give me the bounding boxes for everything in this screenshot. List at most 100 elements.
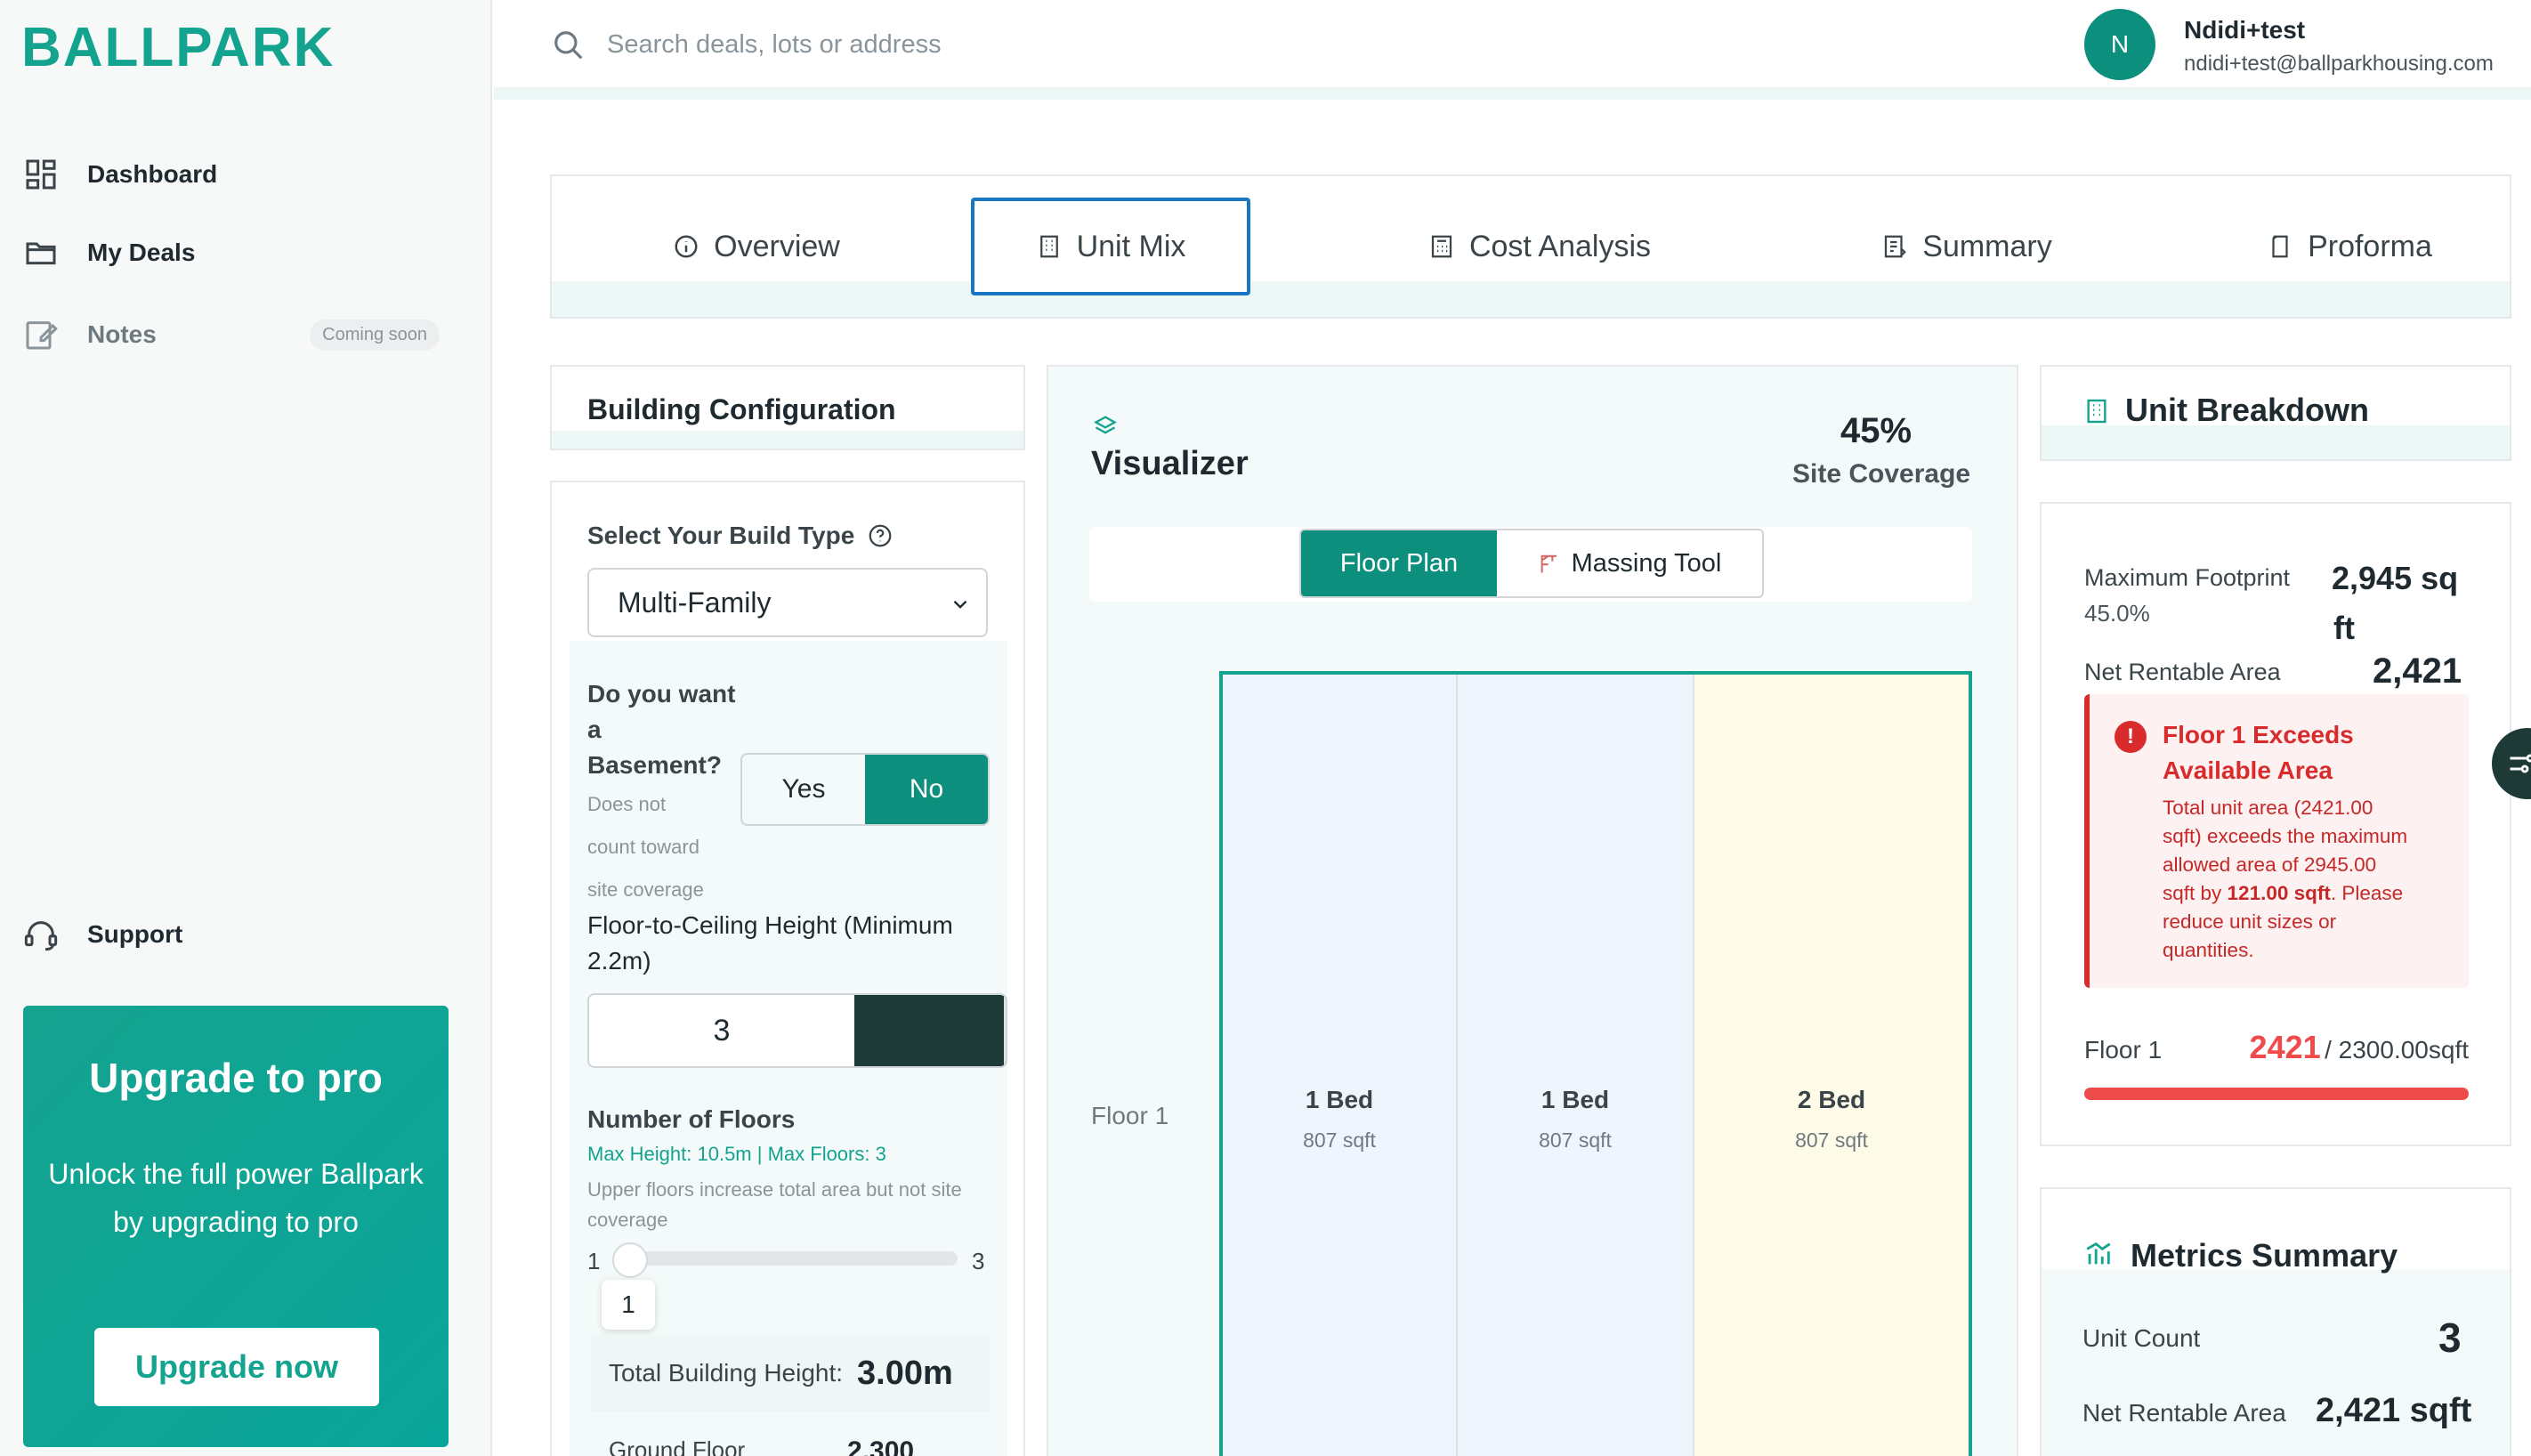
site-coverage-label: Site Coverage xyxy=(1792,459,1971,489)
ballpark-logo[interactable]: BALLPARK xyxy=(21,16,335,79)
unit-name: 1 Bed xyxy=(1305,1086,1374,1113)
upgrade-card: Upgrade to pro Unlock the full power Bal… xyxy=(23,1006,449,1447)
unit-area: 807 sqft xyxy=(1539,1128,1612,1152)
unit-block[interactable]: 2 Bed 807 sqft xyxy=(1694,675,1969,1456)
title-line: Available Area xyxy=(2163,756,2333,784)
msg-line: allowed area of 2945.00 xyxy=(2163,853,2377,876)
unit-area: 807 sqft xyxy=(1303,1128,1376,1152)
tab-label: Unit Mix xyxy=(1076,229,1186,263)
note-line: count toward xyxy=(587,836,699,858)
basement-note: Does not count toward site coverage xyxy=(587,783,704,911)
visualizer-title: Visualizer xyxy=(1091,445,1249,482)
floors-limits: Max Height: 10.5m | Max Floors: 3 xyxy=(587,1143,886,1165)
sidebar-item-my-deals[interactable]: My Deals xyxy=(23,226,468,279)
sidebar-item-dashboard[interactable]: Dashboard xyxy=(23,148,468,201)
ground-floor-label: Ground Floor xyxy=(609,1436,746,1456)
build-type-select[interactable]: Multi-Family xyxy=(587,568,988,637)
height-label: Floor-to-Ceiling Height (Minimum 2.2m) xyxy=(587,911,953,975)
tab-overview[interactable]: Overview xyxy=(623,198,890,295)
metrics-nra-label: Net Rentable Area xyxy=(2082,1399,2286,1427)
section-title: Building Configuration xyxy=(587,393,896,425)
unit-name: 1 Bed xyxy=(1540,1086,1610,1113)
label-text: Select Your Build Type xyxy=(587,522,855,549)
slider-max: 3 xyxy=(972,1248,985,1274)
basement-no-button[interactable]: No xyxy=(865,755,988,824)
chart-icon xyxy=(2086,1242,2111,1265)
tab-cost-analysis[interactable]: Cost Analysis xyxy=(1388,198,1691,295)
unit-block[interactable]: 1 Bed 807 sqft xyxy=(1223,675,1458,1456)
sidebar-item-notes[interactable]: Notes Coming soon xyxy=(23,308,468,361)
layers-icon xyxy=(1094,416,1117,434)
unit-breakdown-title: Unit Breakdown xyxy=(2125,392,2370,428)
chevron-down-icon xyxy=(953,600,967,609)
search-input[interactable]: Search deals, lots or address xyxy=(607,30,942,60)
user-email: ndidi+test@ballparkhousing.com xyxy=(2184,52,2494,76)
floor-plan-button[interactable]: Floor Plan xyxy=(1301,530,1497,596)
basement-toggle[interactable]: Yes No xyxy=(740,753,990,826)
floor-usage-value: 2421 / 2300.00sqft xyxy=(2225,1029,2469,1066)
tab-proforma[interactable]: Proforma xyxy=(2225,198,2474,295)
sidebar-item-support[interactable]: Support xyxy=(23,908,468,961)
building-icon xyxy=(1039,235,1058,258)
basement-question: Do you want a Basement? xyxy=(587,676,735,783)
unit-area: 807 sqft xyxy=(1795,1128,1868,1152)
floor-label: Floor 1 xyxy=(1091,1102,1169,1129)
height-input[interactable]: 3 meters xyxy=(587,993,1007,1068)
avatar[interactable]: N xyxy=(2084,9,2155,80)
unit-block[interactable]: 1 Bed 807 sqft xyxy=(1458,675,1694,1456)
floor-plan: 1 Bed 807 sqft 1 Bed 807 sqft 2 Bed 807 … xyxy=(1219,671,1972,1456)
headset-icon xyxy=(24,921,58,951)
user-name: Ndidi+test xyxy=(2184,16,2306,44)
msg-bold: 121.00 sqft xyxy=(2227,882,2331,904)
value-line: 2,945 sq xyxy=(2332,560,2459,596)
height-value[interactable]: 3 xyxy=(589,995,854,1066)
tab-label: Overview xyxy=(714,229,840,263)
floors-slider[interactable] xyxy=(614,1251,958,1266)
coming-soon-badge: Coming soon xyxy=(310,319,440,351)
summary-icon xyxy=(1885,235,1907,258)
slider-handle[interactable] xyxy=(612,1242,648,1278)
max-footprint-pct: 45.0% xyxy=(2084,600,2150,627)
max-footprint-label: Maximum Footprint xyxy=(2084,564,2291,591)
support-label: Support xyxy=(87,920,183,948)
site-coverage-value: 45% xyxy=(1840,411,1912,450)
basement-yes-button[interactable]: Yes xyxy=(742,755,865,824)
help-icon[interactable] xyxy=(867,522,894,549)
tab-label: Summary xyxy=(1922,229,2052,263)
sidebar: BALLPARK Dashboard My Deals Notes Coming… xyxy=(0,0,492,1456)
massing-tool-button[interactable]: Massing Tool xyxy=(1497,530,1762,596)
calculator-icon xyxy=(1431,235,1452,258)
msg-line: quantities. xyxy=(2163,939,2254,961)
unit-name: 2 Bed xyxy=(1797,1086,1866,1113)
ground-floor-value: 2,300 xyxy=(847,1436,915,1456)
slider-value: 1 xyxy=(602,1280,655,1330)
build-type-label: Select Your Build Type xyxy=(587,522,894,550)
basement-line: Do you want xyxy=(587,680,736,708)
sidebar-item-label: My Deals xyxy=(87,239,196,266)
basement-line: a xyxy=(587,716,602,743)
floor-usage-progress xyxy=(2084,1088,2469,1100)
view-toggle[interactable]: Floor Plan Massing Tool xyxy=(1299,529,1764,598)
msg-part: . Please xyxy=(2330,882,2404,904)
nra-value: 2,421 xyxy=(2373,651,2462,691)
value-line: ft xyxy=(2333,610,2355,646)
floors-note: Upper floors increase total area but not… xyxy=(587,1178,962,1231)
button-label: Massing Tool xyxy=(1571,548,1722,578)
tab-summary[interactable]: Summary xyxy=(1833,198,2100,295)
alert-icon: ! xyxy=(2115,721,2147,753)
dashboard-icon xyxy=(26,159,56,190)
floor-usage-label: Floor 1 xyxy=(2084,1036,2163,1064)
tab-unit-mix[interactable]: Unit Mix xyxy=(971,198,1250,295)
height-unit: meters xyxy=(854,995,1006,1066)
max-footprint-value: 2,945 sq ft xyxy=(2332,554,2458,653)
building-icon xyxy=(2087,399,2106,424)
exceeds-area-alert: ! Floor 1 Exceeds Available Area Total u… xyxy=(2084,694,2469,988)
upgrade-text: Unlock the full power Ballpark by upgrad… xyxy=(48,1158,424,1238)
slider-min: 1 xyxy=(587,1248,601,1274)
upgrade-now-button[interactable]: Upgrade now xyxy=(94,1328,379,1406)
nra-label: Net Rentable Area xyxy=(2084,659,2281,685)
floor-total: / 2300.00sqft xyxy=(2325,1036,2469,1064)
floor-used: 2421 xyxy=(2249,1029,2321,1065)
metrics-nra-value: 2,421 sqft xyxy=(2316,1392,2472,1429)
search-icon xyxy=(554,31,583,60)
